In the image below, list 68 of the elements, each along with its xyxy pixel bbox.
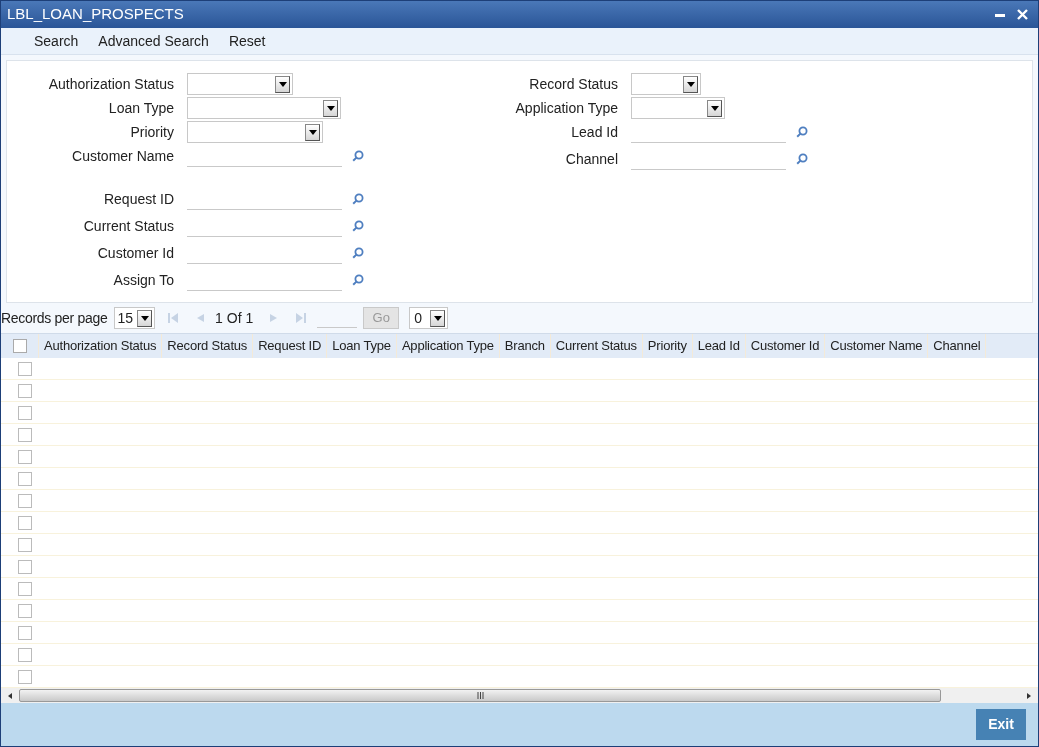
search-icon[interactable] [352,274,364,286]
select-field[interactable] [631,97,725,119]
row-checkbox[interactable] [18,383,32,398]
row-checkbox[interactable] [18,625,32,640]
column-header[interactable]: Loan Type [327,334,397,358]
row-checkbox[interactable] [18,471,32,486]
column-header[interactable]: Current Status [550,334,643,358]
toolbar-button[interactable]: Reset [218,27,276,55]
row-checkbox[interactable] [18,581,32,596]
field-label: Request ID [102,189,175,209]
field-label: Assign To [112,270,175,290]
toolbar-button[interactable]: Search [24,27,89,55]
column-header[interactable]: Record Status [162,334,254,358]
window-title: LBL_LOAN_PROSPECTS [7,4,184,25]
select-field[interactable] [187,97,341,119]
search-icon[interactable] [352,220,364,232]
row-checkbox[interactable] [18,515,32,530]
column-header[interactable]: Lead Id [692,334,746,358]
row-checkbox[interactable] [18,449,32,464]
column-header[interactable]: Request ID [253,334,328,358]
row-checkbox[interactable] [18,603,32,618]
column-header[interactable]: Branch [499,334,551,358]
field-label: Customer Name [71,146,175,166]
close-icon[interactable] [1017,9,1028,20]
column-header[interactable]: Customer Name [825,334,929,358]
search-icon[interactable] [352,150,364,162]
records-per-page-label: Records per page [1,308,108,328]
toolbar-button[interactable]: Advanced Search [88,27,219,55]
row-checkbox[interactable] [18,493,32,508]
exit-button[interactable]: Exit [976,709,1026,740]
scrollbar-thumb[interactable] [19,689,941,702]
field-label: Lead Id [570,122,619,142]
search-icon[interactable] [796,153,808,165]
field-label: Record Status [528,74,619,94]
row-checkbox[interactable] [18,427,32,442]
records-per-page-select[interactable]: 15 [113,307,156,329]
field-label: Channel [564,149,619,169]
field-label: Customer Id [96,243,175,263]
grip-icon [476,692,484,699]
column-header[interactable]: Priority [642,334,693,358]
search-icon[interactable] [352,193,364,205]
previous-page-icon[interactable] [195,313,206,323]
column-header[interactable]: Authorization Status [39,334,163,358]
select-field[interactable] [187,121,323,143]
first-page-icon[interactable] [167,313,180,323]
select-field[interactable] [187,73,293,95]
minimize-icon[interactable] [995,12,1005,17]
checkbox[interactable] [12,339,27,353]
column-header[interactable]: Channel [928,334,987,358]
row-checkbox[interactable] [18,647,32,662]
page-info: 1 Of 1 [215,308,254,328]
last-page-icon[interactable] [295,313,308,323]
row-checkbox[interactable] [18,361,32,376]
row-checkbox[interactable] [18,669,32,684]
field-label: Current Status [82,216,175,236]
field-label: Loan Type [107,98,175,118]
row-checkbox[interactable] [18,559,32,574]
search-icon[interactable] [352,247,364,259]
select-field[interactable] [631,73,701,95]
field-label: Priority [129,122,175,142]
field-label: Application Type [514,98,619,118]
row-checkbox[interactable] [18,537,32,552]
row-checkbox[interactable] [18,405,32,420]
search-icon[interactable] [796,126,808,138]
page-select[interactable]: 0 [409,307,448,329]
field-label: Authorization Status [47,74,175,94]
column-header[interactable]: Customer Id [745,334,826,358]
column-header[interactable]: Application Type [396,334,500,358]
